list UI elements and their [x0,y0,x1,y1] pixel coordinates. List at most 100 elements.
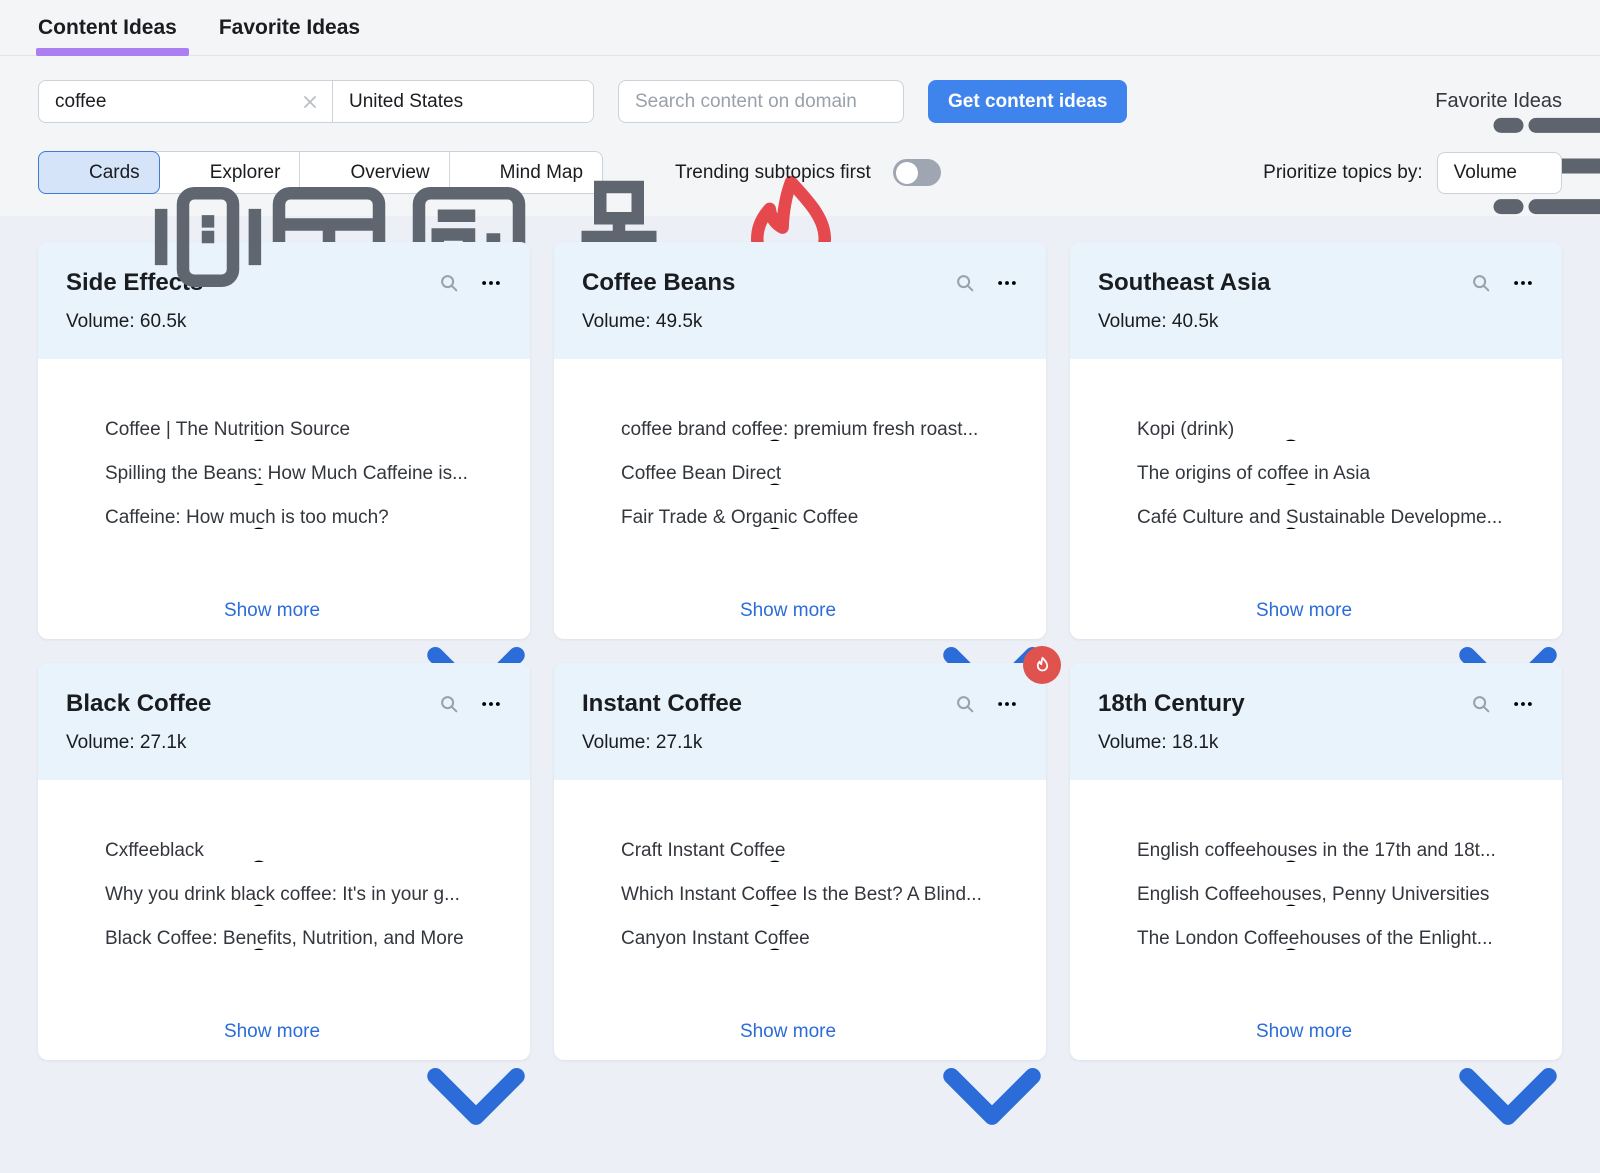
megaphone-icon [66,419,88,441]
topic-card-18th-century: 18th Century Volume: 18.1k English coffe… [1070,663,1562,1060]
prioritize-value: Volume [1454,162,1517,184]
view-row: Cards Explorer Overview Mind Map Trendin… [38,151,1562,194]
list-item[interactable]: Spilling the Beans: How Much Caffeine is… [66,463,502,485]
favorite-ideas-link[interactable]: Favorite Ideas [1401,90,1562,113]
card-volume: Volume: 49.5k [582,311,1018,333]
list-item[interactable]: The London Coffeehouses of the Enlight..… [1098,928,1534,950]
card-title: Coffee Beans [582,269,735,297]
view-mind-map[interactable]: Mind Map [450,152,602,193]
search-row: United States Get content ideas Favorite… [38,80,1562,123]
chevron-down-icon [842,1023,860,1041]
list-item[interactable]: Canyon Instant Coffee [582,928,1018,950]
show-more-link[interactable]: Show more [1070,600,1562,622]
list-item[interactable]: Which Instant Coffee Is the Best? A Blin… [582,884,1018,906]
search-icon[interactable] [954,693,976,715]
card-header: Instant Coffee Volume: 27.1k [554,663,1046,780]
ellipsis-icon[interactable] [996,693,1018,715]
chevron-down-icon [326,1023,344,1041]
list-item[interactable]: Craft Instant Coffee [582,840,1018,862]
card-volume: Volume: 27.1k [582,732,1018,754]
list-item[interactable]: coffee brand coffee: premium fresh roast… [582,419,1018,441]
get-content-ideas-button[interactable]: Get content ideas [928,80,1127,123]
list-item[interactable]: Caffeine: How much is too much? [66,507,502,529]
card-header: Coffee Beans Volume: 49.5k [554,242,1046,359]
clear-icon[interactable] [300,92,320,112]
country-value: United States [349,91,463,113]
ellipsis-icon[interactable] [480,272,502,294]
trending-control: Trending subtopics first [641,159,941,186]
card-body: Coffee | The Nutrition Source Spilling t… [38,359,530,639]
show-more-link[interactable]: Show more [554,600,1046,622]
ellipsis-icon[interactable] [996,272,1018,294]
list-item[interactable]: Coffee Bean Direct [582,463,1018,485]
domain-search-input[interactable] [618,80,904,123]
cards-grid: Side Effects Volume: 60.5k Coffee | The … [0,216,1600,1102]
megaphone-icon [1098,840,1120,862]
search-icon[interactable] [954,272,976,294]
list-item[interactable]: Cxffeeblack [66,840,502,862]
show-more-link[interactable]: Show more [1070,1021,1562,1043]
megaphone-icon [66,840,88,862]
megaphone-icon [1098,884,1120,906]
topic-card-coffee-beans: Coffee Beans Volume: 49.5k coffee brand … [554,242,1046,639]
list-icon [1401,91,1423,113]
keyword-box [39,81,333,122]
list-item[interactable]: Fair Trade & Organic Coffee [582,507,1018,529]
view-label: Mind Map [500,162,583,184]
search-icon[interactable] [1470,272,1492,294]
card-body: English coffeehouses in the 17th and 18t… [1070,780,1562,1060]
chevron-down-icon [1358,602,1376,620]
list-item[interactable]: English coffeehouses in the 17th and 18t… [1098,840,1534,862]
ellipsis-icon[interactable] [480,693,502,715]
ellipsis-icon[interactable] [1512,693,1534,715]
tab-favorite-ideas[interactable]: Favorite Ideas [219,0,360,56]
flame-icon [641,162,663,184]
list-item[interactable]: Coffee | The Nutrition Source [66,419,502,441]
trending-toggle[interactable] [893,159,941,186]
tab-content-ideas[interactable]: Content Ideas [38,0,177,56]
card-body: Cxffeeblack Why you drink black coffee: … [38,780,530,1060]
show-more-link[interactable]: Show more [38,1021,530,1043]
mindmap-icon [469,162,490,183]
list-item[interactable]: Black Coffee: Benefits, Nutrition, and M… [66,928,502,950]
chevron-down-icon [559,93,577,111]
toggle-knob [896,162,918,184]
keyword-group: United States [38,80,594,123]
card-volume: Volume: 60.5k [66,311,502,333]
list-item[interactable]: The origins of coffee in Asia [1098,463,1534,485]
list-item[interactable]: Why you drink black coffee: It's in your… [66,884,502,906]
megaphone-icon [582,419,604,441]
megaphone-icon [1098,507,1120,529]
chevron-down-icon [842,602,860,620]
list-item[interactable]: Café Culture and Sustainable Developme..… [1098,507,1534,529]
chevron-down-icon [1529,164,1547,182]
megaphone-icon [1098,463,1120,485]
ellipsis-icon[interactable] [1512,272,1534,294]
list-item[interactable]: English Coffeehouses, Penny Universities [1098,884,1534,906]
country-select[interactable]: United States [333,81,593,122]
card-title: 18th Century [1098,690,1245,718]
megaphone-icon [582,884,604,906]
prioritize-control: Prioritize topics by: Volume [1263,152,1562,194]
prioritize-dropdown[interactable]: Volume [1437,152,1562,194]
show-more-link[interactable]: Show more [554,1021,1046,1043]
megaphone-icon [582,840,604,862]
card-body: Kopi (drink) The origins of coffee in As… [1070,359,1562,639]
megaphone-icon [1098,928,1120,950]
search-icon[interactable] [1470,693,1492,715]
search-icon[interactable] [438,693,460,715]
megaphone-icon [582,928,604,950]
prioritize-label: Prioritize topics by: [1263,162,1422,184]
card-body: coffee brand coffee: premium fresh roast… [554,359,1046,639]
megaphone-icon [1098,419,1120,441]
card-title: Southeast Asia [1098,269,1271,297]
search-icon[interactable] [438,272,460,294]
keyword-input[interactable] [55,91,300,113]
chevron-down-icon [1358,1023,1376,1041]
megaphone-icon [66,463,88,485]
view-cards[interactable]: Cards [38,151,160,194]
show-more-link[interactable]: Show more [38,600,530,622]
card-volume: Volume: 18.1k [1098,732,1534,754]
list-item[interactable]: Kopi (drink) [1098,419,1534,441]
megaphone-icon [582,463,604,485]
